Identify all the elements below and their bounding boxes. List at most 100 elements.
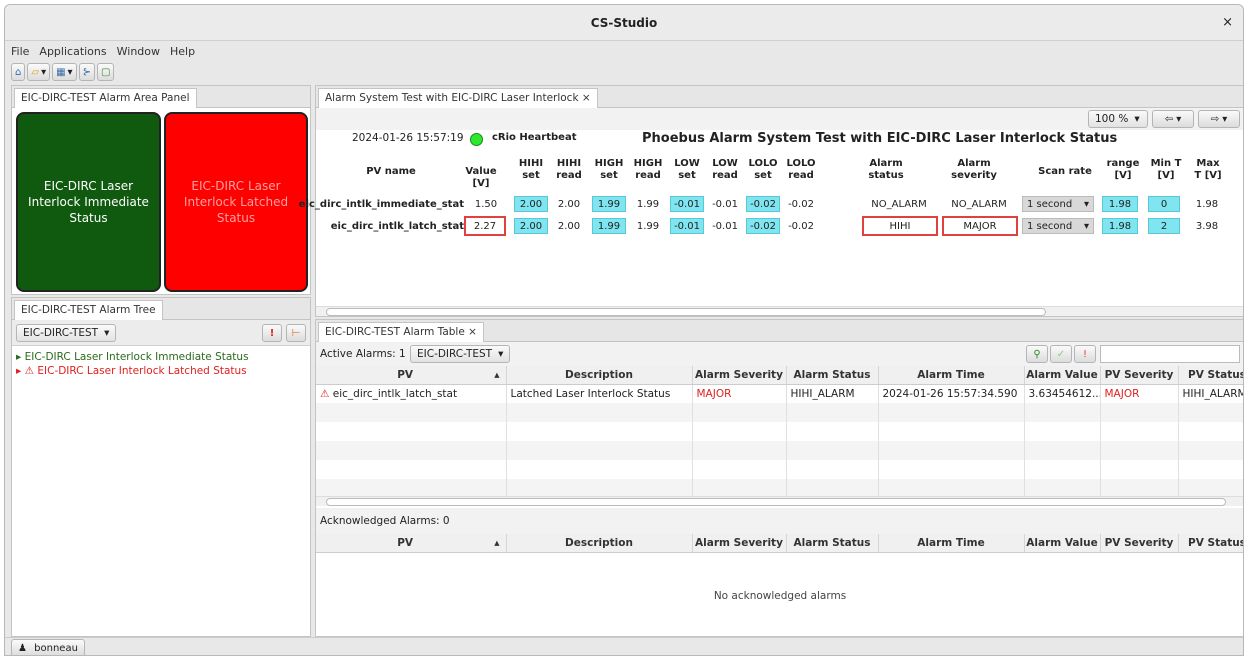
high-set-latch[interactable]: 1.99 bbox=[592, 218, 626, 234]
close-tab-icon[interactable]: × bbox=[582, 92, 591, 104]
table-config-select[interactable]: EIC-DIRC-TEST ▾ bbox=[410, 345, 511, 363]
alarm-filter-button[interactable]: ! bbox=[262, 324, 282, 342]
low-read-latch: -0.01 bbox=[712, 220, 738, 232]
new-window-button[interactable]: ▢ bbox=[96, 63, 115, 81]
new-window-icon: ▢ bbox=[100, 66, 111, 78]
exclamation-icon: ! bbox=[1082, 348, 1087, 360]
menu-bar: File Applications Window Help bbox=[5, 41, 1243, 61]
chevron-down-icon: ▾ bbox=[1083, 220, 1089, 232]
high-set-immediate[interactable]: 1.99 bbox=[592, 196, 626, 212]
max-t-immediate: 1.98 bbox=[1195, 198, 1219, 210]
col-pv-severity[interactable]: PV Severity bbox=[1100, 366, 1179, 385]
col-pv-status[interactable]: PV Status bbox=[1178, 366, 1243, 385]
main-toolbar: ⌂ ▱ ▾ ▦ ▾ ⊱ ▢ bbox=[5, 61, 1243, 83]
ack-alarms-table: PV ▴ Description Alarm Severity Alarm St… bbox=[316, 534, 1243, 638]
menu-help[interactable]: Help bbox=[170, 45, 195, 58]
col-pv-status[interactable]: PV Status bbox=[1178, 534, 1243, 553]
collapse-tree-button[interactable]: ⊢ bbox=[286, 324, 306, 342]
low-set-latch[interactable]: -0.01 bbox=[670, 218, 704, 234]
max-t-latch: 3.98 bbox=[1195, 220, 1219, 232]
col-description[interactable]: Description bbox=[506, 366, 693, 385]
alarm-status-latch: HIHI bbox=[862, 216, 938, 236]
tree-config-select[interactable]: EIC-DIRC-TEST ▾ bbox=[16, 324, 117, 342]
col-alarm-severity[interactable]: Alarm Severity bbox=[692, 366, 787, 385]
hihi-set-latch[interactable]: 2.00 bbox=[514, 218, 548, 234]
warning-icon: ⚠ bbox=[24, 365, 35, 377]
hihi-read-immediate: 2.00 bbox=[557, 198, 581, 210]
chevron-down-icon: ▾ bbox=[67, 66, 73, 78]
alarm-status-immediate: NO_ALARM bbox=[871, 198, 927, 210]
tab-alarm-area-panel[interactable]: EIC-DIRC-TEST Alarm Area Panel bbox=[14, 88, 197, 108]
search-icon: ⚲ bbox=[1033, 348, 1041, 360]
col-pv[interactable]: PV ▴ bbox=[316, 534, 507, 553]
back-button[interactable]: ⇦ ▾ bbox=[1152, 110, 1194, 128]
close-tab-icon[interactable]: × bbox=[468, 326, 477, 338]
tab-alarm-table[interactable]: EIC-DIRC-TEST Alarm Table × bbox=[318, 322, 484, 342]
low-read-immediate: -0.01 bbox=[712, 198, 738, 210]
tile-latched-status[interactable]: EIC-DIRC Laser Interlock Latched Status bbox=[164, 112, 308, 292]
alarm-tree-panel: EIC-DIRC-TEST Alarm Tree EIC-DIRC-TEST ▾ … bbox=[11, 297, 311, 637]
col-pv[interactable]: PV ▴ bbox=[316, 366, 507, 385]
active-alarms-table: PV ▴ Description Alarm Severity Alarm St… bbox=[316, 366, 1243, 496]
chevron-down-icon: ▾ bbox=[498, 348, 504, 360]
status-bar: ♟ bonneau bbox=[5, 637, 1243, 655]
home-button[interactable]: ⌂ bbox=[11, 63, 26, 81]
value-immediate: 1.50 bbox=[474, 198, 498, 210]
col-alarm-time[interactable]: Alarm Time bbox=[878, 366, 1025, 385]
hihi-set-immediate[interactable]: 2.00 bbox=[514, 196, 548, 212]
min-t-immediate[interactable]: 0 bbox=[1148, 196, 1180, 212]
main-window: CS-Studio × File Applications Window Hel… bbox=[4, 4, 1244, 656]
scan-rate-latch[interactable]: 1 second ▾ bbox=[1022, 218, 1094, 234]
back-icon: ⇦ ▾ bbox=[1164, 113, 1182, 125]
tile-immediate-status[interactable]: EIC-DIRC Laser Interlock Immediate Statu… bbox=[16, 112, 161, 292]
forward-icon: ⇨ ▾ bbox=[1210, 113, 1228, 125]
scan-rate-immediate[interactable]: 1 second ▾ bbox=[1022, 196, 1094, 212]
col-pv-severity[interactable]: PV Severity bbox=[1100, 534, 1179, 553]
search-button[interactable]: ⚲ bbox=[1026, 345, 1048, 363]
forward-button[interactable]: ⇨ ▾ bbox=[1198, 110, 1240, 128]
table-row bbox=[316, 403, 1243, 422]
open-button[interactable]: ▱ ▾ bbox=[27, 63, 51, 81]
col-alarm-severity[interactable]: Alarm Severity bbox=[692, 534, 787, 553]
tab-alarm-tree[interactable]: EIC-DIRC-TEST Alarm Tree bbox=[14, 300, 163, 320]
col-alarm-time[interactable]: Alarm Time bbox=[878, 534, 1025, 553]
tree-item-immediate[interactable]: ▸ EIC-DIRC Laser Interlock Immediate Sta… bbox=[16, 350, 249, 364]
col-description[interactable]: Description bbox=[506, 534, 693, 553]
lolo-read-latch: -0.02 bbox=[788, 220, 814, 232]
col-alarm-status[interactable]: Alarm Status bbox=[786, 534, 879, 553]
menu-applications[interactable]: Applications bbox=[39, 45, 106, 58]
range-immediate[interactable]: 1.98 bbox=[1102, 196, 1138, 212]
lolo-set-immediate[interactable]: -0.02 bbox=[746, 196, 780, 212]
col-alarm-status[interactable]: Alarm Status bbox=[786, 366, 879, 385]
menu-window[interactable]: Window bbox=[117, 45, 160, 58]
display-canvas: 2024-01-26 15:57:19 cRio Heartbeat Phoeb… bbox=[299, 130, 1243, 306]
table-row[interactable]: ⚠ eic_dirc_intlk_latch_stat Latched Lase… bbox=[316, 384, 1243, 403]
tree-button[interactable]: ⊱ bbox=[78, 63, 95, 81]
range-latch[interactable]: 1.98 bbox=[1102, 218, 1138, 234]
low-set-immediate[interactable]: -0.01 bbox=[670, 196, 704, 212]
col-alarm-value[interactable]: Alarm Value bbox=[1024, 534, 1101, 553]
display-hscrollbar[interactable] bbox=[316, 306, 1243, 316]
alarm-severity-immediate: NO_ALARM bbox=[951, 198, 1007, 210]
sort-asc-icon: ▴ bbox=[494, 368, 500, 381]
lolo-set-latch[interactable]: -0.02 bbox=[746, 218, 780, 234]
col-alarm-value[interactable]: Alarm Value bbox=[1024, 366, 1101, 385]
table-row bbox=[316, 441, 1243, 460]
layout-icon: ▦ bbox=[56, 66, 66, 78]
warning-icon: ⚠ bbox=[320, 387, 330, 400]
tab-display[interactable]: Alarm System Test with EIC-DIRC Laser In… bbox=[318, 88, 598, 108]
filter-input[interactable] bbox=[1100, 345, 1240, 363]
user-icon: ♟ bbox=[18, 642, 27, 654]
table-hscrollbar[interactable] bbox=[316, 496, 1243, 506]
tree-item-latched[interactable]: ▸ ⚠ EIC-DIRC Laser Interlock Latched Sta… bbox=[16, 364, 249, 378]
layout-button[interactable]: ▦ ▾ bbox=[52, 63, 77, 81]
acknowledge-button[interactable]: ✓ bbox=[1050, 345, 1072, 363]
zoom-select[interactable]: 100 % ▾ bbox=[1088, 110, 1148, 128]
ack-header-row: PV ▴ Description Alarm Severity Alarm St… bbox=[316, 534, 1243, 553]
user-button[interactable]: ♟ bonneau bbox=[11, 639, 85, 655]
min-t-latch[interactable]: 2 bbox=[1148, 218, 1180, 234]
menu-file[interactable]: File bbox=[11, 45, 29, 58]
unacknowledge-button[interactable]: ! bbox=[1074, 345, 1096, 363]
title-bar: CS-Studio × bbox=[5, 5, 1243, 41]
close-icon[interactable]: × bbox=[1222, 15, 1233, 30]
